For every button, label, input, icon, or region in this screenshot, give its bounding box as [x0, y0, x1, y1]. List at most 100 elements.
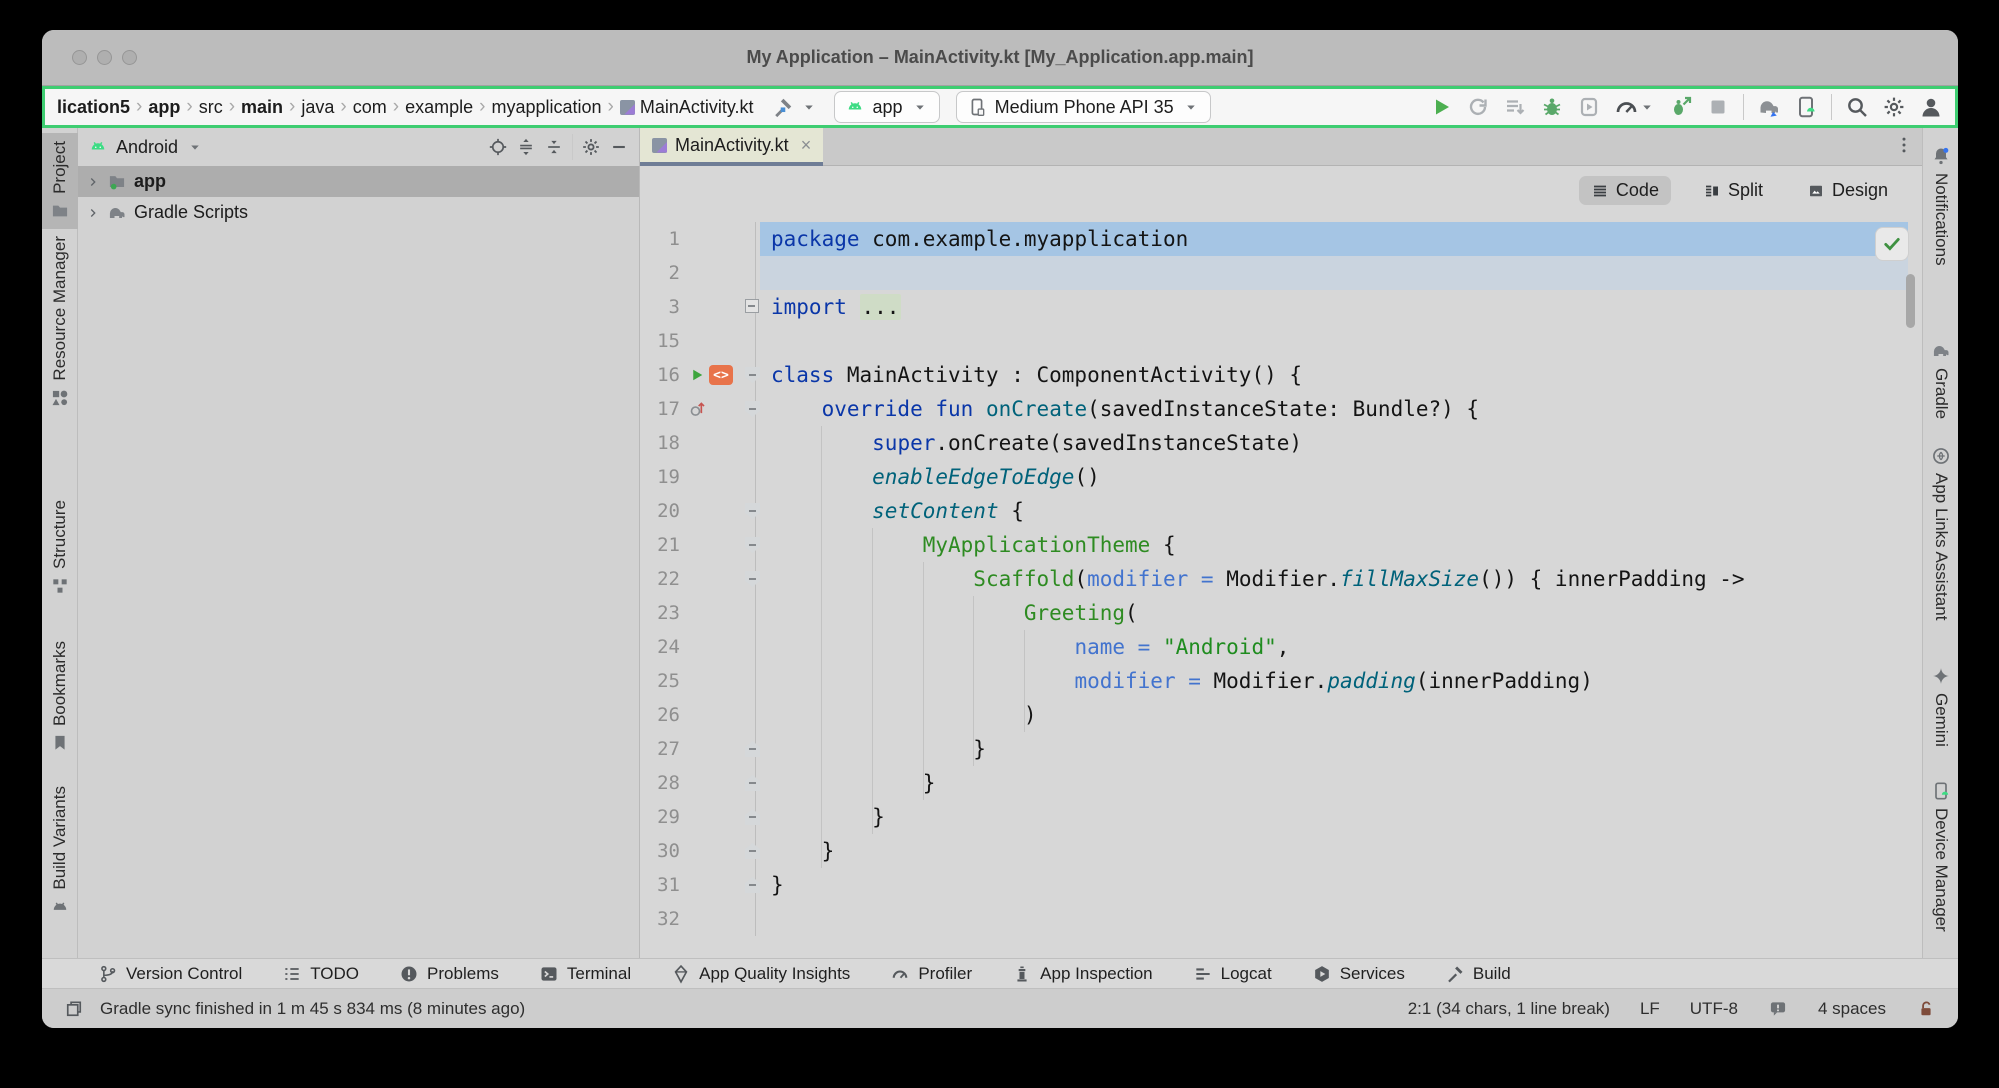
line-number[interactable]: 25 [640, 664, 680, 698]
tool-windows-icon[interactable] [64, 999, 84, 1019]
close-tab-icon[interactable]: × [801, 135, 812, 156]
fold-marker-icon[interactable] [745, 843, 760, 859]
breadcrumb-item-src[interactable]: src [199, 97, 223, 118]
line-number[interactable]: 18 [640, 426, 680, 460]
line-number[interactable]: 24 [640, 630, 680, 664]
caret-position-widget[interactable]: 2:1 (34 chars, 1 line break) [1408, 999, 1610, 1019]
project-view-selector[interactable]: Android [116, 137, 178, 158]
fold-marker-icon[interactable] [745, 877, 760, 893]
chevron-down-icon[interactable] [1182, 98, 1200, 116]
chevron-right-icon[interactable] [86, 201, 100, 225]
fold-marker-icon[interactable] [745, 367, 760, 383]
override-method-icon[interactable] [688, 399, 708, 419]
code-text[interactable]: Scaffold(modifier = Modifier.fillMaxSize… [771, 562, 1745, 596]
breadcrumb-item-myapplication[interactable]: myapplication [491, 97, 601, 118]
fold-marker-icon[interactable] [745, 299, 759, 313]
tool-window-button-problems[interactable]: Problems [399, 964, 499, 984]
tool-window-button-version-control[interactable]: Version Control [98, 964, 242, 984]
zoom-window-button[interactable] [122, 50, 137, 65]
close-window-button[interactable] [72, 50, 87, 65]
account-button[interactable] [1919, 95, 1943, 119]
code-text[interactable]: name = "Android", [771, 630, 1289, 664]
code-text[interactable]: super.onCreate(savedInstanceState) [771, 426, 1302, 460]
code-text[interactable]: MyApplicationTheme { [771, 528, 1176, 562]
sidebar-item-build-variants[interactable]: Build Variants [42, 778, 78, 925]
tree-item-app[interactable]: app [78, 166, 639, 197]
code-text[interactable]: import ... [771, 290, 901, 324]
code-text[interactable]: } [771, 800, 885, 834]
fold-marker-icon[interactable] [745, 775, 760, 791]
line-number[interactable]: 2 [640, 256, 680, 290]
attach-debugger-button[interactable] [1577, 95, 1601, 119]
breadcrumb-item-com[interactable]: com [353, 97, 387, 118]
code-text[interactable]: ) [771, 698, 1037, 732]
settings-icon[interactable] [581, 137, 601, 157]
line-number[interactable]: 27 [640, 732, 680, 766]
event-log-icon[interactable] [1768, 999, 1788, 1019]
sidebar-item-gemini[interactable]: Gemini [1923, 658, 1958, 755]
build-menu-button[interactable] [772, 96, 818, 118]
line-number[interactable]: 23 [640, 596, 680, 630]
line-number[interactable]: 3 [640, 290, 680, 324]
sidebar-item-bookmarks[interactable]: Bookmarks [42, 633, 78, 761]
editor-scrollbar[interactable] [1906, 274, 1915, 328]
sidebar-item-app-links-assistant[interactable]: App Links Assistant [1923, 438, 1958, 628]
apply-changes-button[interactable] [1503, 95, 1527, 119]
fold-marker-icon[interactable] [745, 503, 760, 519]
code-text[interactable]: } [771, 766, 935, 800]
tool-window-button-build[interactable]: Build [1445, 964, 1511, 984]
profiler-button[interactable] [1614, 95, 1656, 119]
breadcrumb-item-java[interactable]: java [301, 97, 334, 118]
build-hammer-icon[interactable] [772, 96, 794, 118]
fold-marker-icon[interactable] [745, 741, 760, 757]
sidebar-item-structure[interactable]: Structure [42, 492, 78, 604]
line-number[interactable]: 30 [640, 834, 680, 868]
locate-icon[interactable] [488, 137, 508, 157]
code-text[interactable]: override fun onCreate(savedInstanceState… [771, 392, 1479, 426]
encoding-widget[interactable]: UTF-8 [1690, 999, 1738, 1019]
tool-window-button-profiler[interactable]: Profiler [890, 964, 972, 984]
fold-marker-icon[interactable] [745, 809, 760, 825]
sidebar-item-device-manager[interactable]: Device Manager [1923, 773, 1958, 940]
indent-widget[interactable]: 4 spaces [1818, 999, 1886, 1019]
fold-marker-icon[interactable] [745, 401, 760, 417]
chevron-right-icon[interactable] [86, 170, 100, 194]
breadcrumb-item-lication5[interactable]: lication5 [57, 97, 130, 118]
sync-gradle-button[interactable] [1757, 95, 1781, 119]
run-button[interactable] [1429, 95, 1453, 119]
code-text[interactable]: enableEdgeToEdge() [771, 460, 1100, 494]
line-number[interactable]: 28 [640, 766, 680, 800]
search-everywhere-button[interactable] [1845, 95, 1869, 119]
debug-button[interactable] [1540, 95, 1564, 119]
line-number[interactable]: 1 [640, 222, 680, 256]
chevron-down-icon[interactable] [911, 98, 929, 116]
chevron-down-icon[interactable] [800, 98, 818, 116]
breadcrumb-item-app[interactable]: app [148, 97, 180, 118]
settings-button[interactable] [1882, 95, 1906, 119]
minimize-window-button[interactable] [97, 50, 112, 65]
stop-button[interactable] [1706, 95, 1730, 119]
line-number[interactable]: 19 [640, 460, 680, 494]
compose-preview-icon[interactable]: <> [709, 365, 733, 385]
device-manager-button[interactable] [1794, 95, 1818, 119]
line-number[interactable]: 21 [640, 528, 680, 562]
editor-options-icon[interactable] [1894, 135, 1914, 155]
editor-tab-mainactivity[interactable]: MainActivity.kt× [640, 128, 823, 166]
expand-all-icon[interactable] [516, 137, 536, 157]
readonly-lock-icon[interactable] [1916, 999, 1936, 1019]
run-with-coverage-button[interactable] [1466, 95, 1490, 119]
view-button-design[interactable]: Design [1795, 176, 1900, 205]
tool-window-button-services[interactable]: Services [1312, 964, 1405, 984]
breadcrumb-item-mainactivity-kt[interactable]: MainActivity.kt [620, 97, 754, 118]
sidebar-item-resource-manager[interactable]: Resource Manager [42, 228, 78, 416]
fold-marker-icon[interactable] [745, 537, 760, 553]
code-text[interactable]: } [771, 834, 834, 868]
fold-marker-icon[interactable] [745, 571, 760, 587]
code-text[interactable]: } [771, 732, 986, 766]
tool-window-button-app-quality-insights[interactable]: App Quality Insights [671, 964, 850, 984]
breadcrumb-item-main[interactable]: main [241, 97, 283, 118]
code-text[interactable]: package com.example.myapplication [771, 222, 1188, 256]
code-text[interactable]: setContent { [771, 494, 1024, 528]
line-number[interactable]: 17 [640, 392, 680, 426]
line-number[interactable]: 15 [640, 324, 680, 358]
